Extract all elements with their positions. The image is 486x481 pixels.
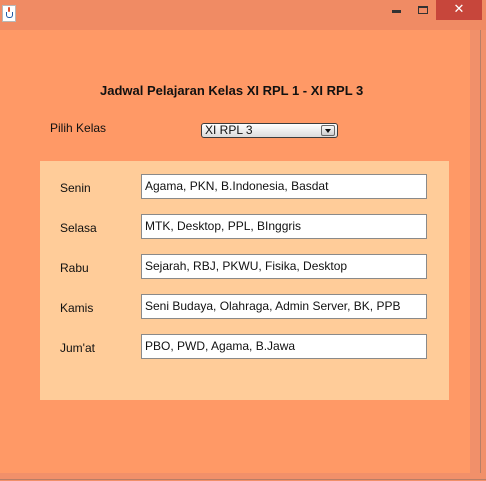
maximize-icon [418,6,428,14]
class-select[interactable]: XI RPL 3 [201,123,338,138]
subjects-field-jumat[interactable]: PBO, PWD, Agama, B.Jawa [141,334,427,359]
title-bar[interactable]: ✕ [0,0,486,30]
class-select-label: Pilih Kelas [50,121,107,135]
java-cup-icon [2,5,16,22]
minimize-icon [392,10,401,13]
page-title: Jadwal Pelajaran Kelas XI RPL 1 - XI RPL… [100,83,364,98]
dropdown-arrow-button[interactable] [321,125,335,136]
window-border-line [480,30,481,481]
maximize-button[interactable] [410,0,436,20]
close-button[interactable]: ✕ [436,0,482,20]
app-window: ✕ Jadwal Pelajaran Kelas XI RPL 1 - XI R… [0,0,486,481]
minimize-button[interactable] [383,0,410,20]
day-label-kamis: Kamis [60,301,94,315]
window-right-border [470,30,486,481]
window-bottom-border [0,473,486,481]
java-cup-shape [6,12,13,18]
subjects-field-kamis[interactable]: Seni Budaya, Olahraga, Admin Server, BK,… [141,294,427,319]
day-label-senin: Senin [60,181,91,195]
day-label-jumat: Jum'at [60,341,95,355]
chevron-down-icon [325,129,331,133]
day-label-selasa: Selasa [60,221,97,235]
window-border-line [0,479,486,480]
subjects-field-senin[interactable]: Agama, PKN, B.Indonesia, Basdat [141,174,427,199]
subjects-field-rabu[interactable]: Sejarah, RBJ, PKWU, Fisika, Desktop [141,254,427,279]
class-select-value: XI RPL 3 [205,123,253,137]
subjects-field-selasa[interactable]: MTK, Desktop, PPL, BInggris [141,214,427,239]
close-icon: ✕ [453,2,465,17]
day-label-rabu: Rabu [60,261,89,275]
